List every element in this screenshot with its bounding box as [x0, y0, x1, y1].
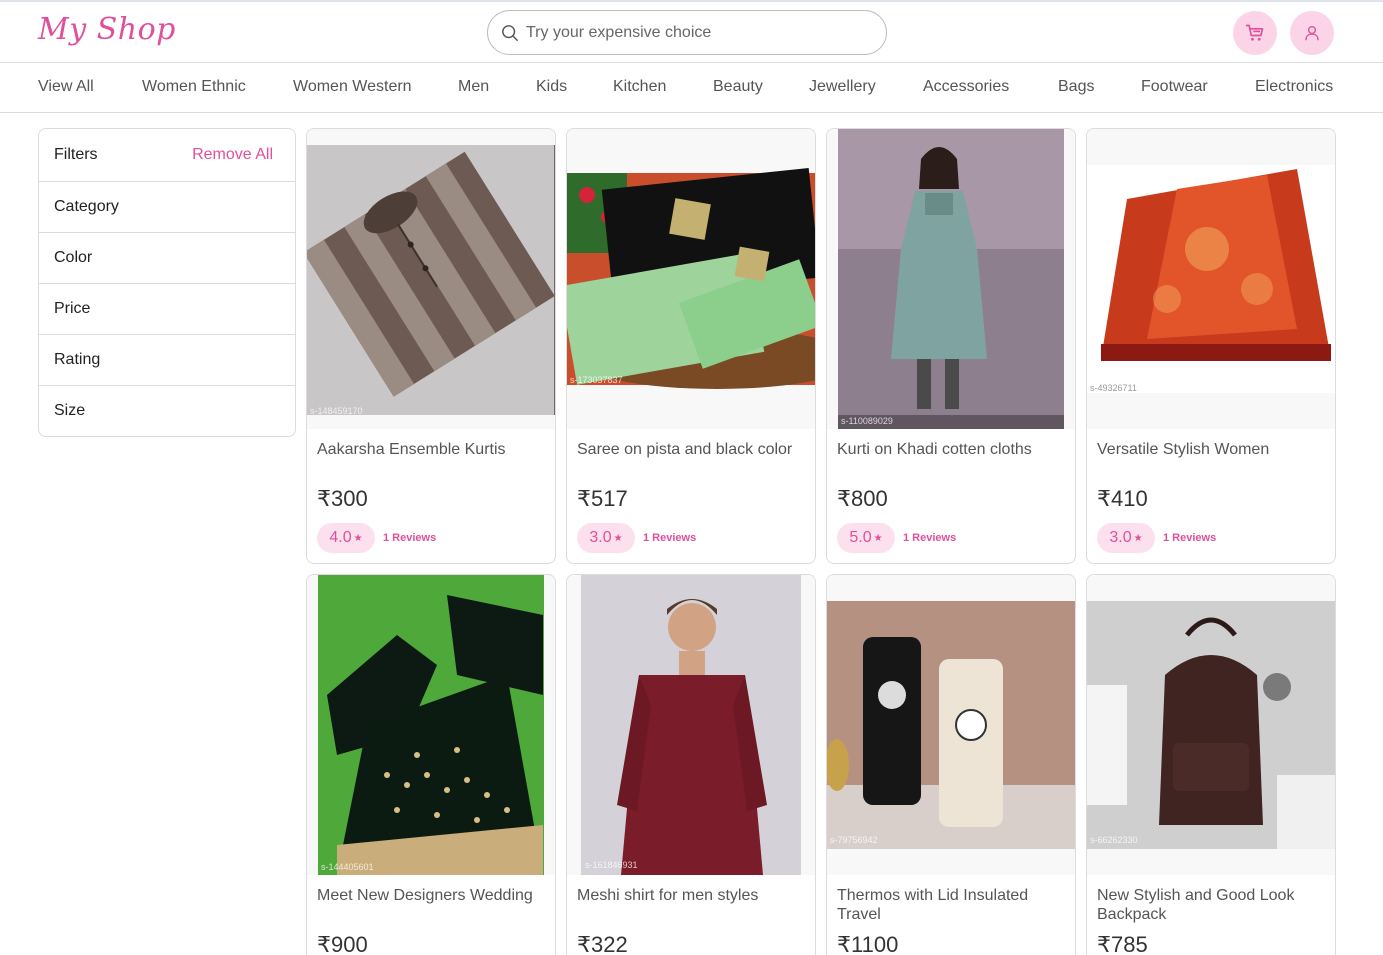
product-name[interactable]: Kurti on Khadi cotten cloths — [837, 440, 1067, 459]
filter-price[interactable]: Price — [39, 283, 295, 334]
category-electronics[interactable]: Electronics — [1255, 78, 1333, 96]
product-card[interactable]: s-66262330 New Stylish and Good Look Bac… — [1086, 574, 1336, 955]
review-count[interactable]: 1 Reviews — [903, 532, 956, 544]
review-count[interactable]: 1 Reviews — [643, 532, 696, 544]
category-women-western[interactable]: Women Western — [293, 78, 412, 96]
category-jewellery[interactable]: Jewellery — [809, 78, 876, 96]
product-sku: s-173037837 — [570, 375, 623, 385]
header: My Shop — [0, 2, 1383, 63]
category-footwear[interactable]: Footwear — [1141, 78, 1208, 96]
product-price: ₹410 — [1097, 486, 1148, 511]
category-men[interactable]: Men — [458, 78, 489, 96]
category-nav: View All Women Ethnic Women Western Men … — [0, 63, 1383, 113]
product-sku: s-49326711 — [1090, 383, 1137, 393]
product-name[interactable]: Thermos with Lid Insulated Travel — [837, 886, 1067, 924]
product-image[interactable]: s-66262330 — [1087, 575, 1335, 875]
rating-badge: 3.0 ★ — [1097, 523, 1155, 553]
search-bar[interactable] — [487, 10, 887, 55]
product-name[interactable]: Aakarsha Ensemble Kurtis — [317, 440, 547, 459]
product-card[interactable]: s-110089029 Kurti on Khadi cotten cloths… — [826, 128, 1076, 564]
filter-rating[interactable]: Rating — [39, 334, 295, 385]
category-women-ethnic[interactable]: Women Ethnic — [142, 78, 246, 96]
rating-value: 5.0 — [849, 529, 872, 546]
product-price: ₹1100 — [837, 932, 899, 955]
filter-label: Size — [54, 402, 86, 419]
product-sku: s-144405601 — [321, 862, 374, 872]
product-card[interactable]: s-148459170 Aakarsha Ensemble Kurtis ₹30… — [306, 128, 556, 564]
product-sku: s-79756942 — [830, 835, 878, 845]
filter-label: Color — [54, 249, 93, 266]
product-name[interactable]: New Stylish and Good Look Backpack — [1097, 886, 1327, 924]
filter-label: Price — [54, 300, 91, 317]
product-sku: s-66262330 — [1090, 835, 1138, 845]
user-icon — [1305, 25, 1319, 41]
filter-label: Category — [54, 198, 119, 215]
product-card[interactable]: s-161846931 Meshi shirt for men styles ₹… — [566, 574, 816, 955]
cart-icon — [1245, 24, 1264, 41]
product-price: ₹785 — [1097, 932, 1148, 955]
search-input[interactable] — [526, 20, 866, 46]
product-price: ₹300 — [317, 486, 368, 511]
product-price: ₹322 — [577, 932, 628, 955]
star-icon: ★ — [1133, 532, 1143, 544]
product-card[interactable]: s-49326711 Versatile Stylish Women ₹410 … — [1086, 128, 1336, 564]
star-icon: ★ — [873, 532, 883, 544]
filters-panel: Filters Remove All Category Color Price … — [38, 128, 296, 437]
cart-button[interactable] — [1233, 11, 1277, 55]
product-card[interactable]: s-79756942 Thermos with Lid Insulated Tr… — [826, 574, 1076, 955]
filter-color[interactable]: Color — [39, 232, 295, 283]
search-icon — [502, 25, 518, 41]
product-card[interactable]: s-173037837 Saree on pista and black col… — [566, 128, 816, 564]
rating-value: 3.0 — [1109, 529, 1132, 546]
product-sku: s-110089029 — [841, 416, 893, 426]
product-image[interactable]: s-49326711 — [1087, 129, 1335, 429]
rating-value: 3.0 — [589, 529, 612, 546]
product-name[interactable]: Saree on pista and black color — [577, 440, 807, 459]
logo[interactable]: My Shop — [38, 12, 176, 47]
product-image[interactable]: s-173037837 — [567, 129, 815, 429]
rating-value: 4.0 — [329, 529, 352, 546]
rating-badge: 5.0 ★ — [837, 523, 895, 553]
product-image[interactable]: s-144405601 — [307, 575, 555, 875]
review-count[interactable]: 1 Reviews — [1163, 532, 1216, 544]
product-card[interactable]: s-144405601 Meet New Designers Wedding ₹… — [306, 574, 556, 955]
filter-category[interactable]: Category — [39, 181, 295, 232]
star-icon: ★ — [353, 532, 363, 544]
filters-header: Filters Remove All — [39, 129, 295, 181]
product-image[interactable]: s-148459170 — [307, 129, 555, 429]
review-count[interactable]: 1 Reviews — [383, 532, 436, 544]
category-kitchen[interactable]: Kitchen — [613, 78, 666, 96]
star-icon: ★ — [613, 532, 623, 544]
filter-label: Rating — [54, 351, 101, 368]
product-name[interactable]: Meshi shirt for men styles — [577, 886, 807, 905]
product-name[interactable]: Versatile Stylish Women — [1097, 440, 1327, 459]
product-sku: s-161846931 — [585, 860, 638, 870]
rating-badge: 4.0 ★ — [317, 523, 375, 553]
filters-title: Filters — [54, 146, 98, 163]
category-kids[interactable]: Kids — [536, 78, 567, 96]
product-sku: s-148459170 — [310, 406, 363, 416]
remove-all-button[interactable]: Remove All — [192, 146, 273, 164]
category-view-all[interactable]: View All — [38, 78, 94, 96]
product-price: ₹900 — [317, 932, 368, 955]
category-bags[interactable]: Bags — [1058, 78, 1094, 96]
product-image[interactable]: s-161846931 — [567, 575, 815, 875]
category-beauty[interactable]: Beauty — [713, 78, 763, 96]
product-image[interactable]: s-79756942 — [827, 575, 1075, 875]
rating-badge: 3.0 ★ — [577, 523, 635, 553]
product-name[interactable]: Meet New Designers Wedding — [317, 886, 547, 905]
filter-size[interactable]: Size — [39, 385, 295, 436]
profile-button[interactable] — [1290, 11, 1334, 55]
product-price: ₹517 — [577, 486, 628, 511]
product-image[interactable]: s-110089029 — [827, 129, 1075, 429]
product-price: ₹800 — [837, 486, 888, 511]
category-accessories[interactable]: Accessories — [923, 78, 1009, 96]
